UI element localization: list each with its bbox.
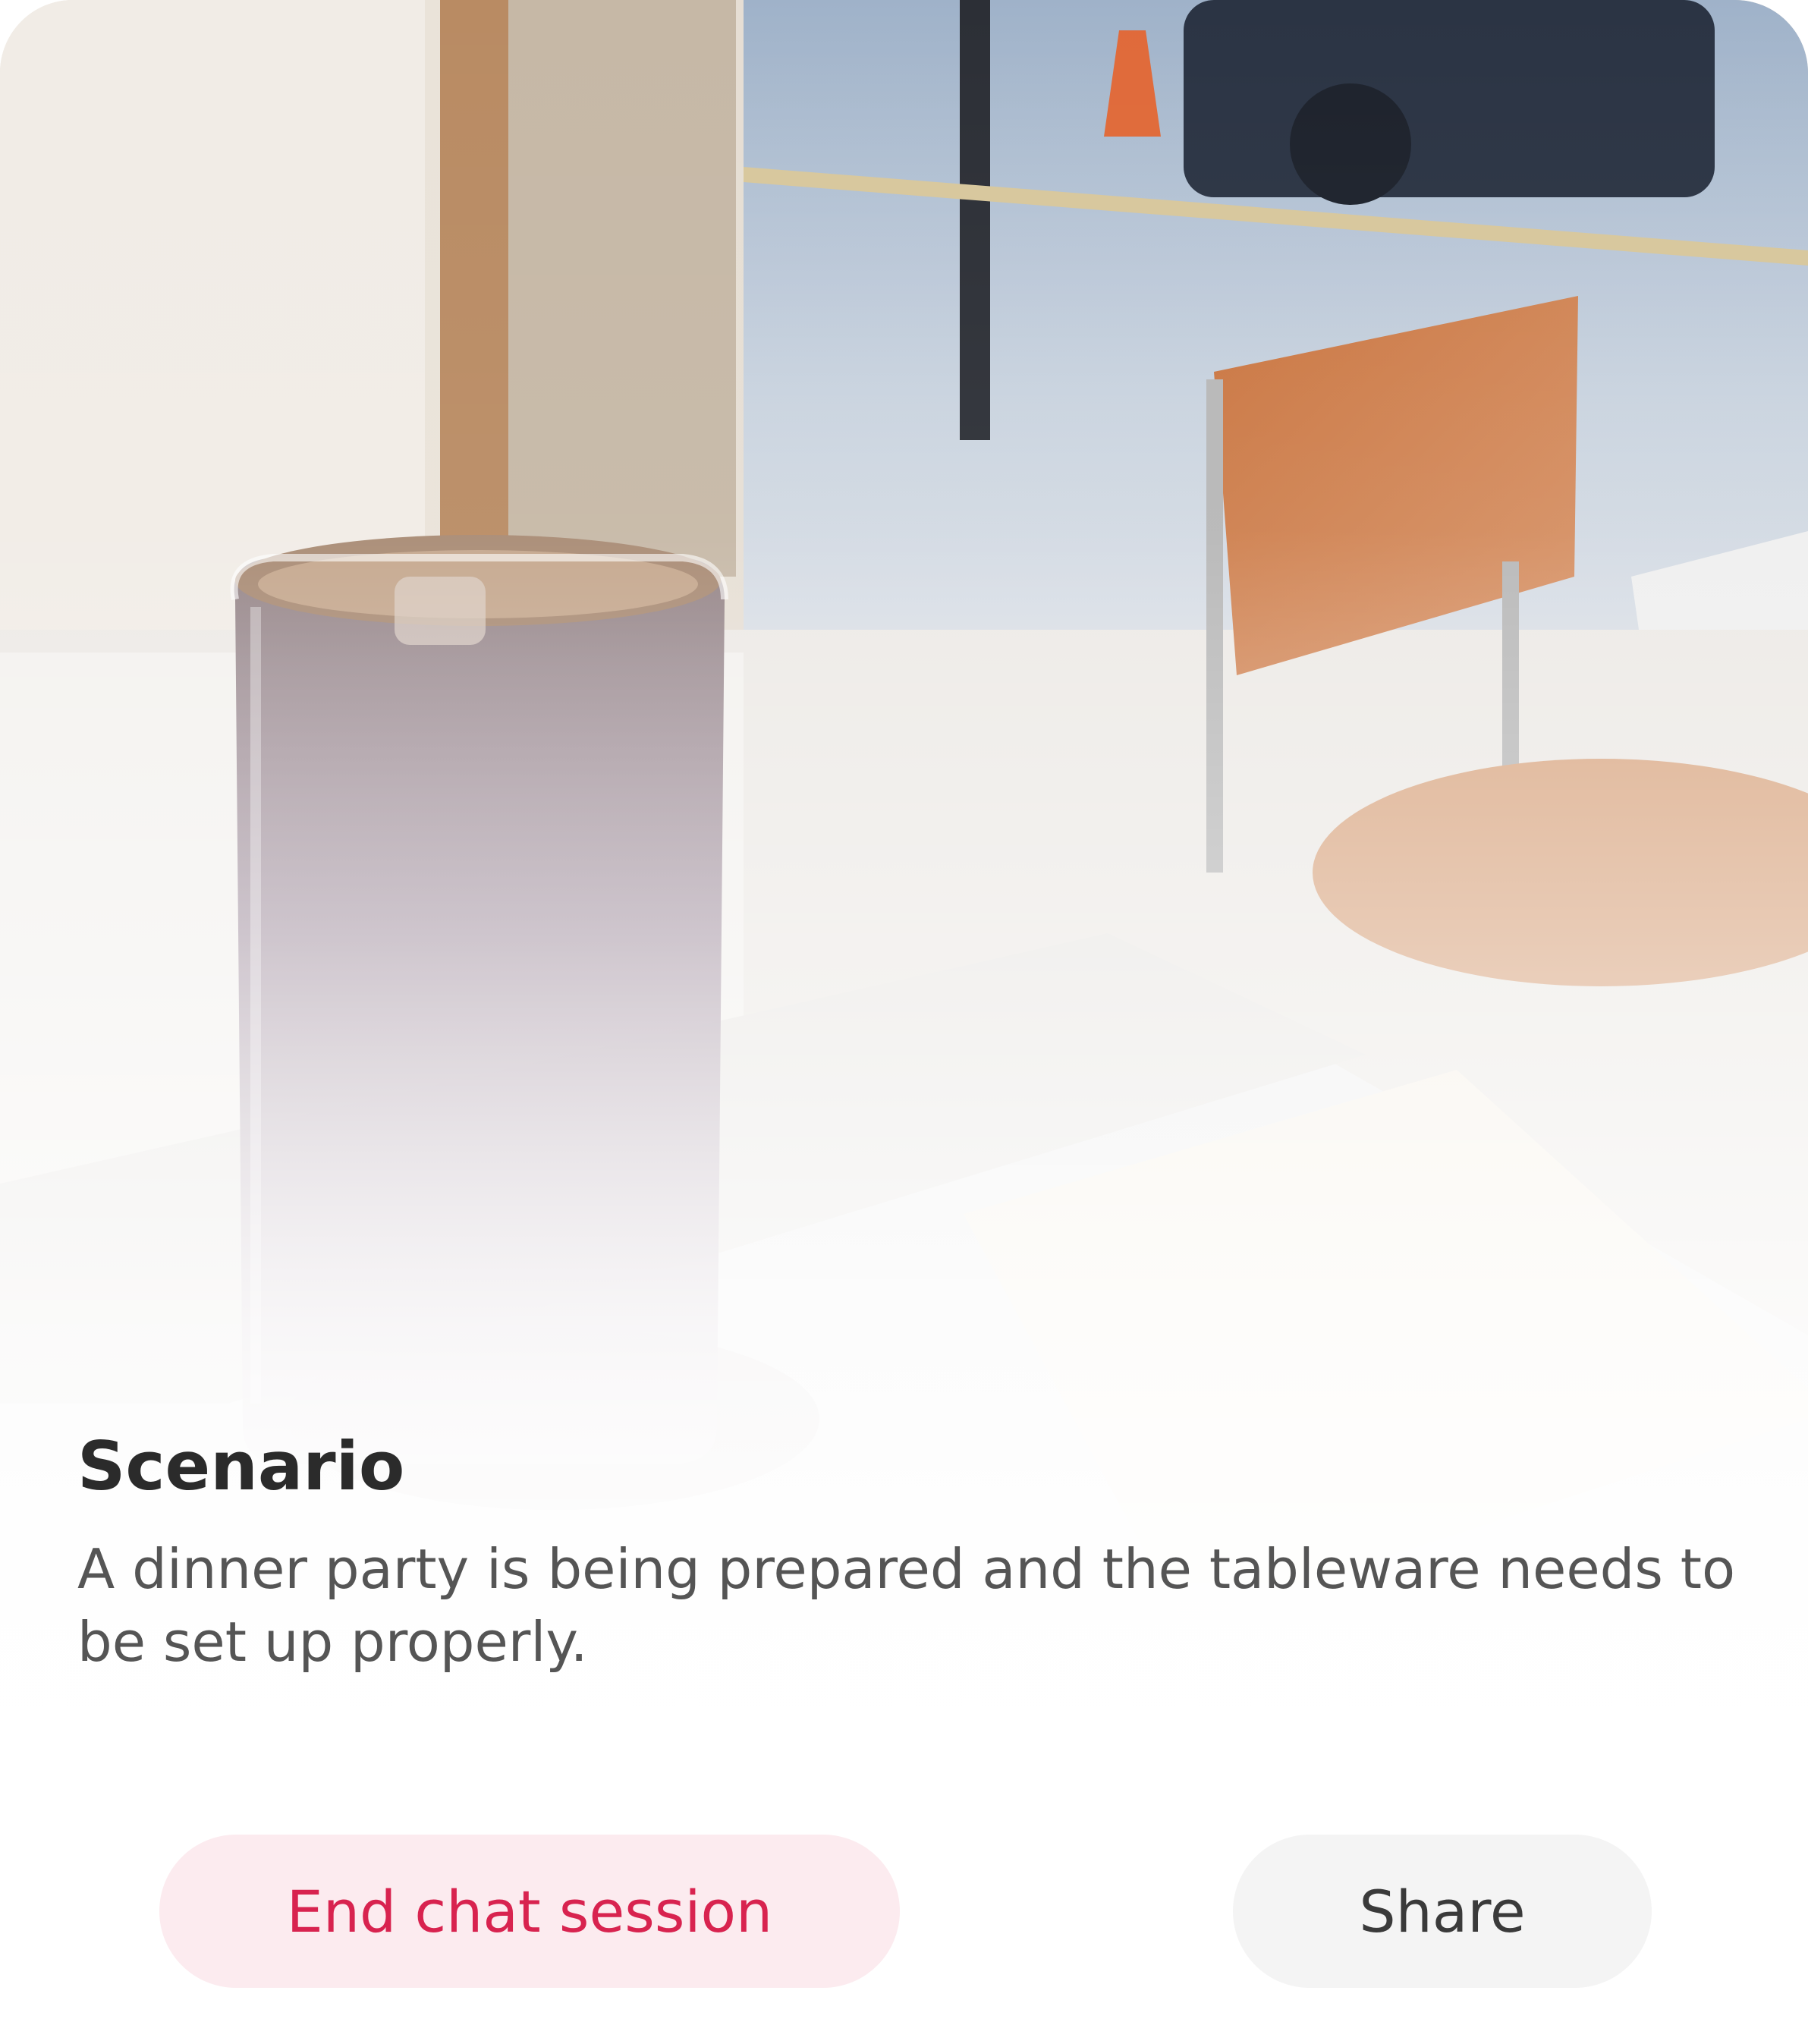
scenario-description: A dinner party is being prepared and the… (77, 1536, 1735, 1674)
scenario-info: Scenario A dinner party is being prepare… (77, 1426, 1747, 1678)
end-chat-session-button[interactable]: End chat session (159, 1835, 900, 1988)
share-button[interactable]: Share (1233, 1835, 1652, 1988)
scenario-card: Scenario A dinner party is being prepare… (0, 0, 1808, 2044)
bottom-fade-overlay (0, 0, 1808, 2044)
scenario-title: Scenario (77, 1427, 405, 1505)
